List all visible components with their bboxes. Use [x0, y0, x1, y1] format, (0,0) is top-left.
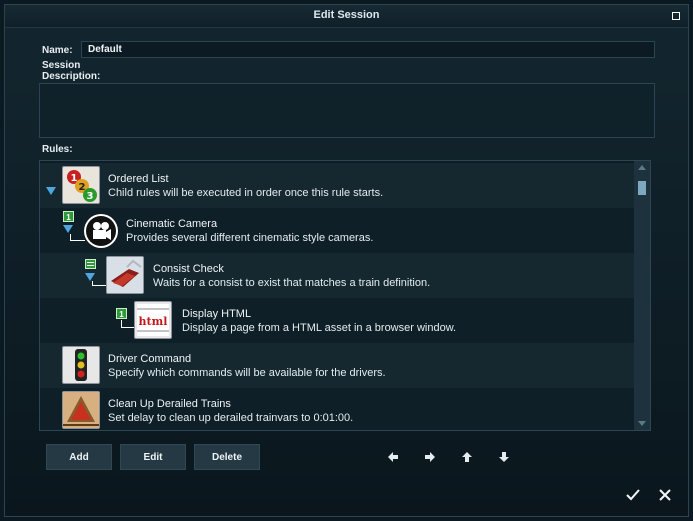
rules-scrollbar[interactable]	[634, 161, 650, 430]
rules-label: Rules:	[42, 144, 73, 155]
rule-title: Display HTML	[182, 308, 252, 320]
rule-title: Driver Command	[108, 353, 192, 365]
session-description-label-line2: Description:	[42, 71, 101, 82]
scroll-thumb[interactable]	[638, 181, 646, 195]
rule-title: Clean Up Derailed Trains	[108, 398, 231, 410]
rule-title: Consist Check	[153, 263, 224, 275]
session-description-field[interactable]	[39, 83, 655, 138]
rule-row-clean-up-derailed-trains[interactable]: Clean Up Derailed Trains Set delay to cl…	[40, 388, 634, 430]
order-badge: 1	[116, 308, 127, 319]
rule-description: Specify which commands will be available…	[108, 367, 386, 379]
close-x-icon[interactable]	[656, 486, 674, 504]
rule-row-ordered-list[interactable]: 1 2 3 Ordered List Child rules will be e…	[40, 163, 634, 208]
rule-description: Set delay to clean up derailed trainvars…	[108, 412, 354, 424]
tree-connector	[92, 281, 107, 286]
rule-description: Display a page from a HTML asset in a br…	[182, 322, 457, 334]
rule-title: Ordered List	[108, 173, 169, 185]
tree-connector	[70, 234, 85, 241]
name-field[interactable]: Default	[81, 41, 655, 58]
name-label: Name:	[42, 45, 73, 56]
arrow-left-icon[interactable]	[387, 451, 399, 463]
display-html-icon: html	[134, 301, 172, 339]
edit-button[interactable]: Edit	[120, 444, 186, 470]
title-bar: Edit Session	[5, 5, 688, 28]
order-badge: 1	[63, 211, 74, 222]
window-close-icon[interactable]	[672, 12, 680, 20]
arrow-right-icon[interactable]	[424, 451, 436, 463]
rule-description: Child rules will be executed in order on…	[108, 187, 384, 199]
consist-check-icon	[106, 256, 144, 294]
rule-description: Provides several different cinematic sty…	[126, 232, 374, 244]
arrow-up-icon[interactable]	[461, 451, 473, 463]
checkmark-icon[interactable]	[624, 486, 642, 504]
rule-row-consist-check[interactable]: Consist Check Waits for a consist to exi…	[40, 253, 634, 298]
rule-row-cinematic-camera[interactable]: 1 Cinematic Camera Provides several diff…	[40, 208, 634, 253]
svg-text:html: html	[139, 315, 168, 328]
session-description-label-line1: Session	[42, 60, 81, 71]
rule-description: Waits for a consist to exist that matche…	[153, 277, 431, 289]
delete-button[interactable]: Delete	[194, 444, 260, 470]
ordered-list-icon: 1 2 3	[62, 166, 100, 204]
tree-connector	[121, 320, 134, 328]
traffic-light-icon	[62, 346, 100, 384]
list-badge-icon	[85, 259, 96, 269]
arrow-down-icon[interactable]	[498, 451, 510, 463]
rule-row-display-html[interactable]: 1 html Display HTML Display a page from …	[40, 298, 634, 343]
dialog-title: Edit Session	[313, 9, 380, 21]
rules-list[interactable]: 1 2 3 Ordered List Child rules will be e…	[39, 160, 651, 431]
scroll-down-icon[interactable]	[638, 421, 646, 426]
derailed-trains-icon	[62, 391, 100, 429]
add-button[interactable]: Add	[46, 444, 112, 470]
cinematic-camera-icon	[84, 214, 118, 248]
scroll-up-icon[interactable]	[638, 165, 646, 170]
rule-title: Cinematic Camera	[126, 218, 218, 230]
rule-row-driver-command[interactable]: Driver Command Specify which commands wi…	[40, 343, 634, 388]
name-value: Default	[88, 44, 122, 55]
expand-triangle-icon[interactable]	[46, 187, 56, 195]
svg-text:3: 3	[87, 191, 94, 202]
expand-triangle-icon[interactable]	[63, 225, 73, 233]
expand-triangle-icon[interactable]	[85, 273, 95, 281]
